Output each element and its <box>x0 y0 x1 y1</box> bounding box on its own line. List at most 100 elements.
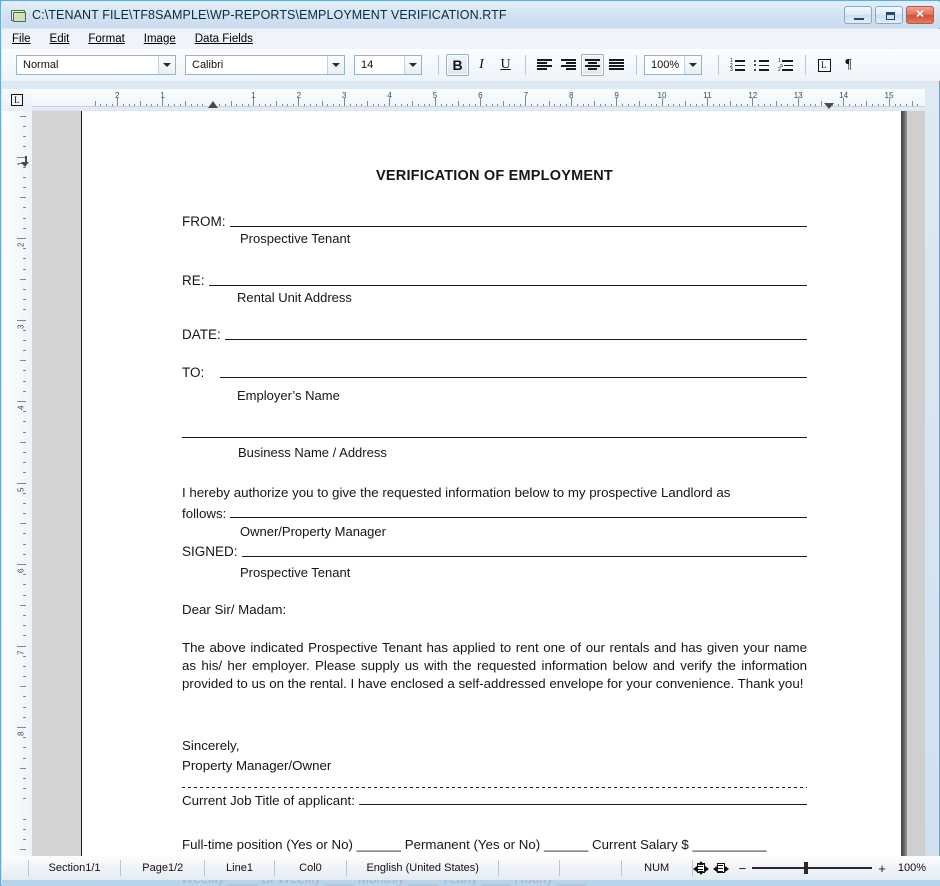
vruler-minor-tick <box>23 788 26 789</box>
vruler-minor-tick <box>23 472 26 473</box>
vruler-number: 6 <box>16 569 25 573</box>
vruler-minor-tick <box>23 574 26 575</box>
chevron-down-icon[interactable] <box>684 56 701 74</box>
multilevel-list-button[interactable]: 1 a 2 <box>774 54 797 76</box>
vruler-minor-tick <box>23 544 26 545</box>
font-family-select[interactable]: Calibri <box>185 55 345 75</box>
zoom-value: 100% <box>645 59 679 71</box>
field-label-re: RE: <box>182 274 205 288</box>
vruler-minor-tick <box>20 116 26 117</box>
align-right-button[interactable] <box>557 54 580 76</box>
bold-button[interactable]: B <box>446 54 469 76</box>
vruler-minor-tick <box>23 187 26 188</box>
vruler-minor-tick <box>23 798 26 799</box>
right-indent-marker[interactable] <box>824 103 834 109</box>
show-formatting-marks-button[interactable]: ¶ <box>837 54 860 76</box>
status-col: Col0 <box>275 860 348 876</box>
bullet-list-button[interactable] <box>750 54 773 76</box>
menu-item-image[interactable]: Image <box>144 33 176 45</box>
maximize-button[interactable] <box>875 6 903 24</box>
field-label-date: DATE: <box>182 328 221 342</box>
bullet-list-icon <box>754 59 769 71</box>
owner-caption: Owner/Property Manager <box>240 525 386 540</box>
document-canvas[interactable]: VERIFICATION OF EMPLOYMENT FROM: Prospec… <box>32 111 925 856</box>
fit-page-icon[interactable] <box>693 861 709 875</box>
menu-label-edit: Edit <box>50 33 70 45</box>
left-indent-marker[interactable] <box>208 101 218 108</box>
field-rule-business[interactable] <box>182 436 807 438</box>
numbered-list-button[interactable]: 1 2 3 <box>726 54 749 76</box>
zoom-slider[interactable] <box>752 861 872 875</box>
menu-item-data-fields[interactable]: Data Fields <box>195 33 253 45</box>
align-justify-button[interactable] <box>605 54 628 76</box>
top-margin-marker[interactable] <box>21 156 30 167</box>
field-rule-re[interactable] <box>209 284 807 286</box>
vruler-minor-tick <box>23 136 26 137</box>
bottom-form-line: Full-time position (Yes or No) ______ Pe… <box>182 838 766 851</box>
vruler-minor-tick <box>20 605 26 606</box>
fulltime-blank[interactable]: ______ <box>357 837 401 852</box>
toolbar-divider <box>805 55 806 75</box>
window-title: C:\TENANT FILE\TF8SAMPLE\WP-REPORTS\EMPL… <box>32 8 507 22</box>
chevron-down-icon[interactable] <box>158 56 175 74</box>
zoom-slider-thumb[interactable] <box>804 862 808 874</box>
text-box-button[interactable] <box>813 54 836 76</box>
document-page[interactable]: VERIFICATION OF EMPLOYMENT FROM: Prospec… <box>81 111 902 856</box>
field-rule-date[interactable] <box>225 338 807 340</box>
vruler-minor-tick <box>23 340 26 341</box>
font-family-value: Calibri <box>186 59 223 71</box>
zoom-out-button[interactable]: − <box>739 862 747 875</box>
vruler-minor-tick <box>23 758 26 759</box>
job-title-label: Current Job Title of applicant: <box>182 794 355 807</box>
authorize-line-2: follows: <box>182 507 226 520</box>
title-bar: C:\TENANT FILE\TF8SAMPLE\WP-REPORTS\EMPL… <box>2 2 940 28</box>
underline-button[interactable]: U <box>494 54 517 76</box>
field-caption-to: Employer’s Name <box>237 389 340 404</box>
vruler-minor-tick <box>23 146 26 147</box>
vruler-minor-tick <box>23 452 26 453</box>
menu-item-file[interactable]: File <box>12 33 31 45</box>
ruler-corner-tab-selector[interactable] <box>2 89 32 111</box>
menu-item-format[interactable]: Format <box>88 33 124 45</box>
signed-rule[interactable] <box>242 555 807 557</box>
vruler-minor-tick <box>23 747 26 748</box>
salary-blank[interactable]: __________ <box>693 837 767 852</box>
close-button[interactable]: ✕ <box>906 6 934 24</box>
vruler-minor-tick <box>23 829 26 830</box>
authorize-rule[interactable] <box>230 516 807 518</box>
vruler-number: 4 <box>16 406 25 410</box>
vertical-ruler[interactable]: 12345678 <box>2 111 32 856</box>
vruler-minor-tick <box>23 432 26 433</box>
paragraph-style-select[interactable]: Normal <box>16 55 176 75</box>
vruler-minor-tick <box>23 350 26 351</box>
minimize-button[interactable] <box>844 6 872 24</box>
paragraph-style-value: Normal <box>17 59 58 71</box>
font-size-select[interactable]: 14 <box>354 55 422 75</box>
chevron-down-icon[interactable] <box>404 56 421 74</box>
align-right-icon <box>561 59 576 71</box>
zoom-select[interactable]: 100% <box>644 55 702 75</box>
italic-icon: I <box>479 58 484 72</box>
status-page: Page1/2 <box>121 860 205 876</box>
vruler-minor-tick <box>23 493 26 494</box>
align-center-button[interactable] <box>581 54 604 76</box>
vruler-minor-tick <box>23 707 26 708</box>
zoom-controls: − + 100% <box>693 861 932 875</box>
align-left-button[interactable] <box>533 54 556 76</box>
page-left-gutter <box>32 111 81 856</box>
horizontal-ruler[interactable]: 21123456789101112131415 <box>32 89 925 111</box>
body-paragraph: The above indicated Prospective Tenant h… <box>182 639 807 692</box>
job-title-rule[interactable] <box>359 803 807 805</box>
field-rule-to[interactable] <box>220 376 807 378</box>
field-rule-from[interactable] <box>230 225 808 227</box>
chevron-down-icon[interactable] <box>327 56 344 74</box>
fit-width-icon[interactable] <box>713 861 729 875</box>
menu-item-edit[interactable]: Edit <box>50 33 70 45</box>
vruler-minor-tick <box>23 462 26 463</box>
vruler-minor-tick <box>23 126 26 127</box>
vruler-minor-tick <box>20 523 26 524</box>
zoom-in-button[interactable]: + <box>878 862 886 875</box>
italic-button[interactable]: I <box>470 54 493 76</box>
permanent-blank[interactable]: ______ <box>544 837 588 852</box>
text-box-icon <box>818 59 831 72</box>
